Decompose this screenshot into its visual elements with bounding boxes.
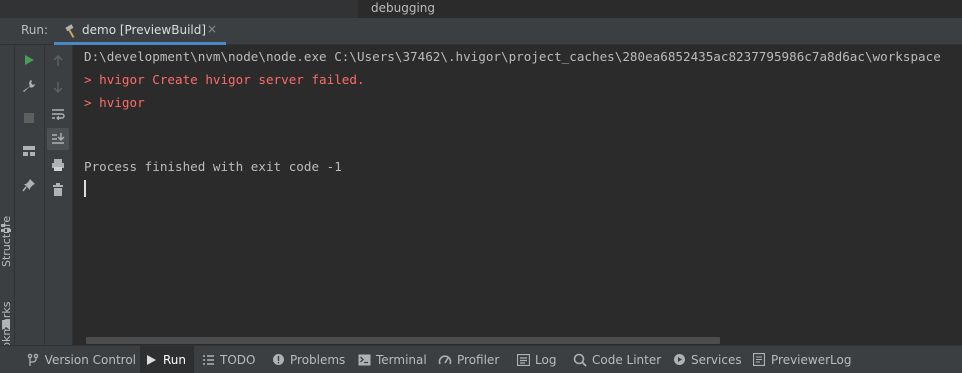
tool-button-label: Run [163,352,187,367]
wrench-icon[interactable] [21,78,37,94]
branch-icon [26,353,40,367]
tool-button-profiler[interactable]: Profiler [434,346,506,373]
text-caret [84,180,86,197]
scroll-to-end-icon[interactable] [47,128,69,150]
tool-button-label: Problems [290,352,346,367]
tool-button-version-control[interactable]: Version Control [22,346,136,373]
tool-button-label: Services [691,352,742,367]
console-line: Process finished with exit code -1 [84,159,342,174]
trash-icon[interactable] [50,182,66,198]
tool-button-log[interactable]: Log [512,346,564,373]
tool-button-label: Terminal [376,352,427,367]
tool-button-services[interactable]: Services [668,346,742,373]
bottom-tool-window-bar: Version Control Run TODO Problems Terminal Pr… [0,345,962,373]
console-actions-toolbar [45,45,73,345]
layout-icon[interactable] [21,143,37,159]
linter-icon [573,353,587,367]
console-error-line: > hvigor [84,95,145,110]
list-icon [201,353,215,367]
tool-button-label: Profiler [457,352,500,367]
tool-button-label: Log [535,352,557,367]
info-icon [271,353,285,367]
run-config-tab-label: demo [PreviewBuild] [82,23,207,37]
editor-tab-strip: debugging [0,0,962,18]
hammer-icon [65,24,75,38]
structure-tool-button[interactable]: Structure [0,216,13,267]
services-icon [672,353,686,367]
run-icon[interactable] [21,52,37,68]
tool-button-terminal[interactable]: Terminal [353,346,429,373]
pin-icon[interactable] [21,177,37,193]
run-header-label: Run: [21,23,49,37]
horizontal-scrollbar[interactable] [86,337,720,344]
terminal-icon [357,353,371,367]
run-icon [144,353,158,367]
print-icon[interactable] [50,157,66,173]
tool-button-label: TODO [220,352,256,367]
console-line: D:\development\nvm\node\node.exe C:\User… [84,49,941,64]
run-actions-toolbar [15,45,45,345]
run-toolwindow-header: Run: demo [PreviewBuild] × [0,18,962,45]
log-icon [516,353,530,367]
tool-button-run[interactable]: Run [140,346,194,373]
up-arrow-icon[interactable] [50,53,66,69]
console-error-line: > hvigor Create hvigor server failed. [84,72,365,87]
tool-button-todo[interactable]: TODO [197,346,261,373]
gauge-icon [438,353,452,367]
tool-button-label: Version Control [44,352,136,367]
tool-button-previewerlog[interactable]: PreviewerLog [748,346,852,373]
tool-button-label: PreviewerLog [771,352,852,367]
tool-button-code-linter[interactable]: Code Linter [569,346,663,373]
tool-button-problems[interactable]: Problems [267,346,347,373]
editor-tab-strip-left [0,0,358,18]
close-icon[interactable]: × [207,22,217,36]
down-arrow-icon[interactable] [50,79,66,95]
document-icon [752,353,766,367]
run-config-tab[interactable]: demo [PreviewBuild] × [54,18,226,45]
console-output[interactable]: D:\development\nvm\node\node.exe C:\User… [73,45,962,345]
stop-icon[interactable] [21,110,37,126]
editor-tab-debugging[interactable]: debugging [362,0,435,18]
soft-wrap-icon[interactable] [50,106,66,122]
tool-button-label: Code Linter [592,352,662,367]
left-tool-stripe: Structure Bookmarks [0,45,15,363]
